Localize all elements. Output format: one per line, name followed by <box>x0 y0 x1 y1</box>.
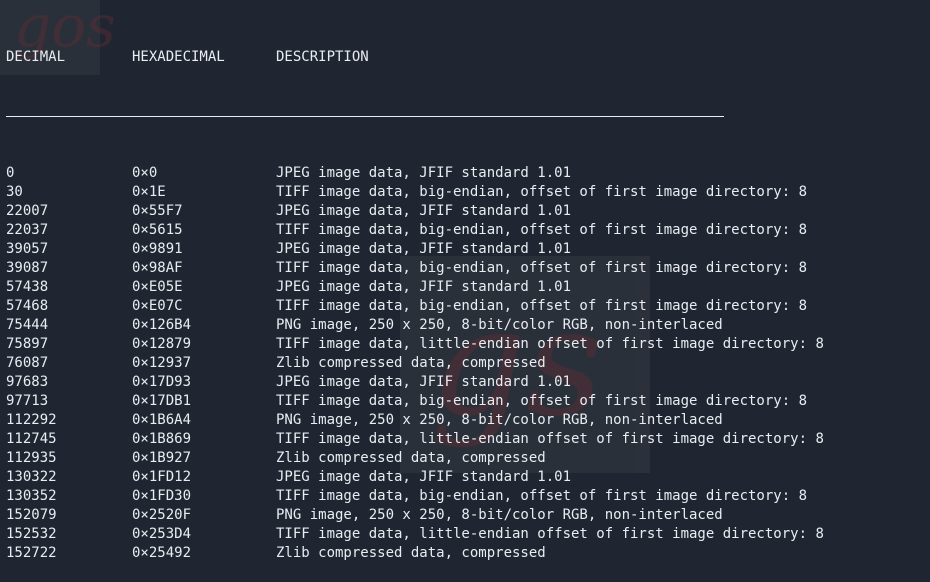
cell-hexadecimal: 0×E07C <box>132 298 183 314</box>
cell-description: TIFF image data, big-endian, offset of f… <box>276 488 808 504</box>
cell-hexadecimal: 0×17DB1 <box>132 393 192 409</box>
cell-description: JPEG image data, JFIF standard 1.01 <box>276 279 572 295</box>
cell-description: Zlib compressed data, compressed <box>276 450 546 466</box>
cell-description: TIFF image data, big-endian, offset of f… <box>276 184 808 200</box>
table-row: 152722 0×25492 Zlib compressed data, compr… <box>6 544 724 563</box>
cell-hexadecimal: 0×9891 <box>132 241 183 257</box>
cell-hexadecimal: 0×1B6A4 <box>132 412 192 428</box>
header-divider <box>6 116 724 117</box>
table-row: 75444 0×126B4 PNG image, 250 x 250, 8-bit/… <box>6 316 724 335</box>
cell-description: TIFF image data, big-endian, offset of f… <box>276 260 808 276</box>
cell-decimal: 97683 <box>6 374 49 390</box>
cell-hexadecimal: 0×12879 <box>132 336 192 352</box>
cell-description: TIFF image data, big-endian, offset of f… <box>276 298 808 314</box>
cell-decimal: 39087 <box>6 260 49 276</box>
cell-hexadecimal: 0×1FD12 <box>132 469 192 485</box>
cell-decimal: 75444 <box>6 317 49 333</box>
cell-decimal: 152722 <box>6 545 57 561</box>
cell-description: Zlib compressed data, compressed <box>276 545 546 561</box>
cell-description: PNG image, 250 x 250, 8-bit/color RGB, n… <box>276 317 723 333</box>
cell-hexadecimal: 0×126B4 <box>132 317 192 333</box>
cell-decimal: 97713 <box>6 393 49 409</box>
result-rows: 0 0×0 JPEG image data, JFIF standard 1.01 3… <box>6 164 824 563</box>
cell-hexadecimal: 0×55F7 <box>132 203 183 219</box>
cell-description: JPEG image data, JFIF standard 1.01 <box>276 241 572 257</box>
cell-description: JPEG image data, JFIF standard 1.01 <box>276 469 572 485</box>
cell-decimal: 0 <box>6 165 15 181</box>
cell-hexadecimal: 0×E05E <box>132 279 183 295</box>
table-row: 30 0×1E TIFF image data, big-endian, offse… <box>6 183 807 202</box>
cell-decimal: 130352 <box>6 488 57 504</box>
cell-hexadecimal: 0×12937 <box>132 355 192 371</box>
cell-hexadecimal: 0×1B869 <box>132 431 192 447</box>
cell-decimal: 112935 <box>6 450 57 466</box>
table-row: 97713 0×17DB1 TIFF image data, big-endian,… <box>6 392 807 411</box>
cell-description: JPEG image data, JFIF standard 1.01 <box>276 374 572 390</box>
table-row: 130322 0×1FD12 JPEG image data, JFIF stand… <box>6 468 724 487</box>
table-row: 152532 0×253D4 TIFF image data, little-end… <box>6 525 824 544</box>
table-row: 152079 0×2520F PNG image, 250 x 250, 8-bit… <box>6 506 724 525</box>
cell-decimal: 22037 <box>6 222 49 238</box>
cell-hexadecimal: 0×98AF <box>132 260 183 276</box>
table-row: 75897 0×12879 TIFF image data, little-endi… <box>6 335 824 354</box>
table-row: 97683 0×17D93 JPEG image data, JFIF standa… <box>6 373 724 392</box>
cell-decimal: 57468 <box>6 298 49 314</box>
cell-decimal: 130322 <box>6 469 57 485</box>
cell-description: TIFF image data, big-endian, offset of f… <box>276 222 808 238</box>
cell-decimal: 112745 <box>6 431 57 447</box>
table-row: 22037 0×5615 TIFF image data, big-endian, … <box>6 221 807 240</box>
table-row: 22007 0×55F7 JPEG image data, JFIF standar… <box>6 202 724 221</box>
cell-hexadecimal: 0×2520F <box>132 507 192 523</box>
cell-decimal: 112292 <box>6 412 57 428</box>
cell-hexadecimal: 0×253D4 <box>132 526 192 542</box>
cell-description: PNG image, 250 x 250, 8-bit/color RGB, n… <box>276 412 723 428</box>
table-row: 57468 0×E07C TIFF image data, big-endian, … <box>6 297 807 316</box>
cell-decimal: 22007 <box>6 203 49 219</box>
cell-hexadecimal: 0×1B927 <box>132 450 192 466</box>
table-row: 112292 0×1B6A4 PNG image, 250 x 250, 8-bit… <box>6 411 724 430</box>
table-row: 130352 0×1FD30 TIFF image data, big-endian… <box>6 487 807 506</box>
cell-description: TIFF image data, big-endian, offset of f… <box>276 393 808 409</box>
header-description: DESCRIPTION <box>276 49 369 65</box>
cell-description: TIFF image data, little-endian offset of… <box>276 336 824 352</box>
cell-decimal: 152079 <box>6 507 57 523</box>
table-header: DECIMAL HEXADECIMAL DESCRIPTION <box>6 48 724 72</box>
cell-hexadecimal: 0×25492 <box>132 545 192 561</box>
table-row: 76087 0×12937 Zlib compressed data, compre… <box>6 354 724 373</box>
cell-description: JPEG image data, JFIF standard 1.01 <box>276 165 572 181</box>
header-hexadecimal: HEXADECIMAL <box>132 49 225 65</box>
cell-description: PNG image, 250 x 250, 8-bit/color RGB, n… <box>276 507 723 523</box>
table-row: 0 0×0 JPEG image data, JFIF standard 1.01 <box>6 164 724 183</box>
cell-hexadecimal: 0×5615 <box>132 222 183 238</box>
cell-description: TIFF image data, little-endian offset of… <box>276 431 824 447</box>
header-decimal: DECIMAL <box>6 49 66 65</box>
cell-description: Zlib compressed data, compressed <box>276 355 546 371</box>
cell-hexadecimal: 0×1FD30 <box>132 488 192 504</box>
cell-decimal: 30 <box>6 184 23 200</box>
table-row: 39057 0×9891 JPEG image data, JFIF standar… <box>6 240 724 259</box>
cell-decimal: 76087 <box>6 355 49 371</box>
cell-description: TIFF image data, little-endian offset of… <box>276 526 824 542</box>
cell-hexadecimal: 0×0 <box>132 165 158 181</box>
table-row: 112745 0×1B869 TIFF image data, little-end… <box>6 430 824 449</box>
cell-decimal: 152532 <box>6 526 57 542</box>
table-row: 112935 0×1B927 Zlib compressed data, compr… <box>6 449 724 468</box>
cell-description: JPEG image data, JFIF standard 1.01 <box>276 203 572 219</box>
cell-hexadecimal: 0×1E <box>132 184 166 200</box>
terminal-output: DECIMAL HEXADECIMAL DESCRIPTION 0 0×0 JPEG… <box>6 10 824 582</box>
cell-decimal: 75897 <box>6 336 49 352</box>
cell-hexadecimal: 0×17D93 <box>132 374 192 390</box>
table-row: 39087 0×98AF TIFF image data, big-endian, … <box>6 259 807 278</box>
cell-decimal: 57438 <box>6 279 49 295</box>
cell-decimal: 39057 <box>6 241 49 257</box>
table-row: 57438 0×E05E JPEG image data, JFIF standar… <box>6 278 724 297</box>
